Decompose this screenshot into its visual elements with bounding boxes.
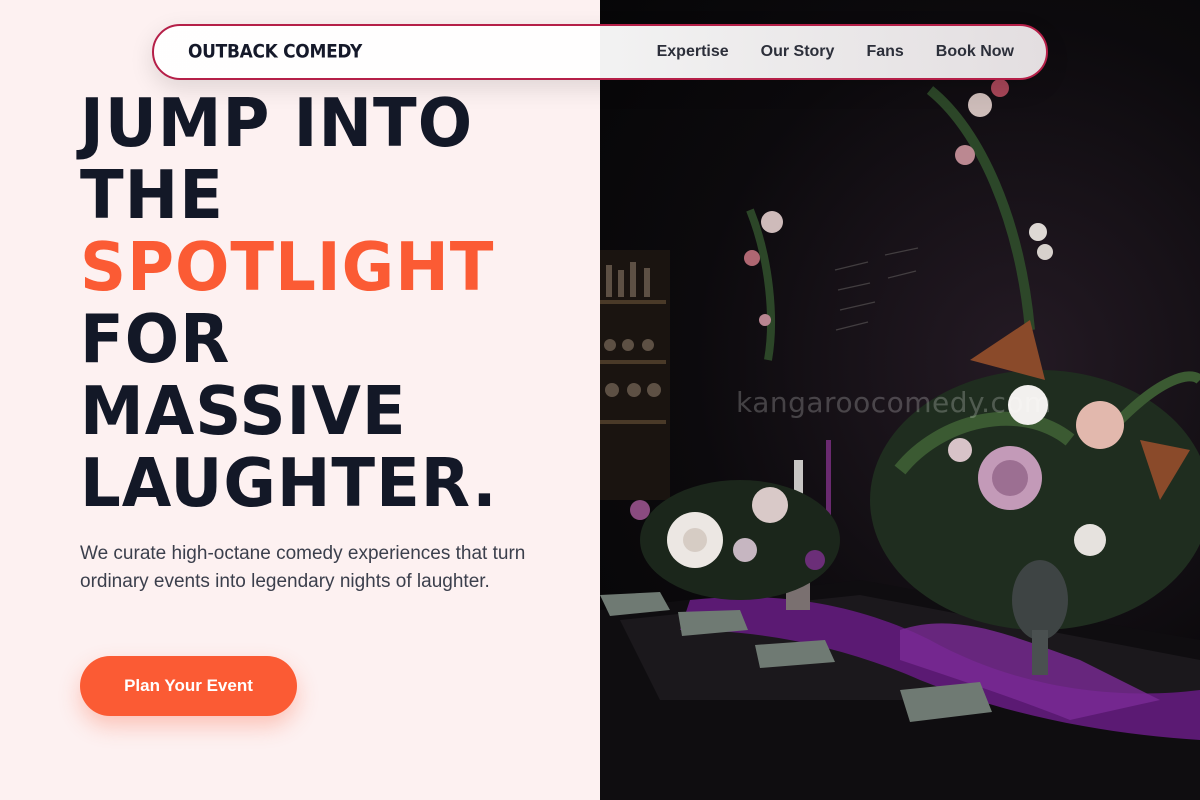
headline-line: LAUGHTER. [80,444,498,523]
plan-event-button[interactable]: Plan Your Event [80,656,297,716]
headline-line: JUMP INTO [80,84,474,163]
nav-link-our-story[interactable]: Our Story [761,43,835,61]
hero-subtext: We curate high-octane comedy experiences… [80,543,526,592]
headline-line: FOR [80,300,231,379]
headline-accent-word: SPOTLIGHT [80,228,495,307]
headline-line: THE [80,156,224,235]
headline-line: MASSIVE [80,372,407,451]
brand-logo[interactable]: OUTBACK COMEDY [188,41,362,63]
hero-headline: JUMP INTO THE SPOTLIGHT FOR MASSIVE LAUG… [80,84,580,522]
nav-links: Expertise Our Story Fans Book Now [657,43,1014,61]
nav-link-expertise[interactable]: Expertise [657,43,729,61]
nav-link-fans[interactable]: Fans [866,43,903,61]
hero-image: kangaroocomedy.com [600,0,1200,800]
nav-link-book-now[interactable]: Book Now [936,43,1014,61]
top-navbar: OUTBACK COMEDY Expertise Our Story Fans … [152,24,1048,80]
watermark-text: kangaroocomedy.com [736,386,1052,419]
